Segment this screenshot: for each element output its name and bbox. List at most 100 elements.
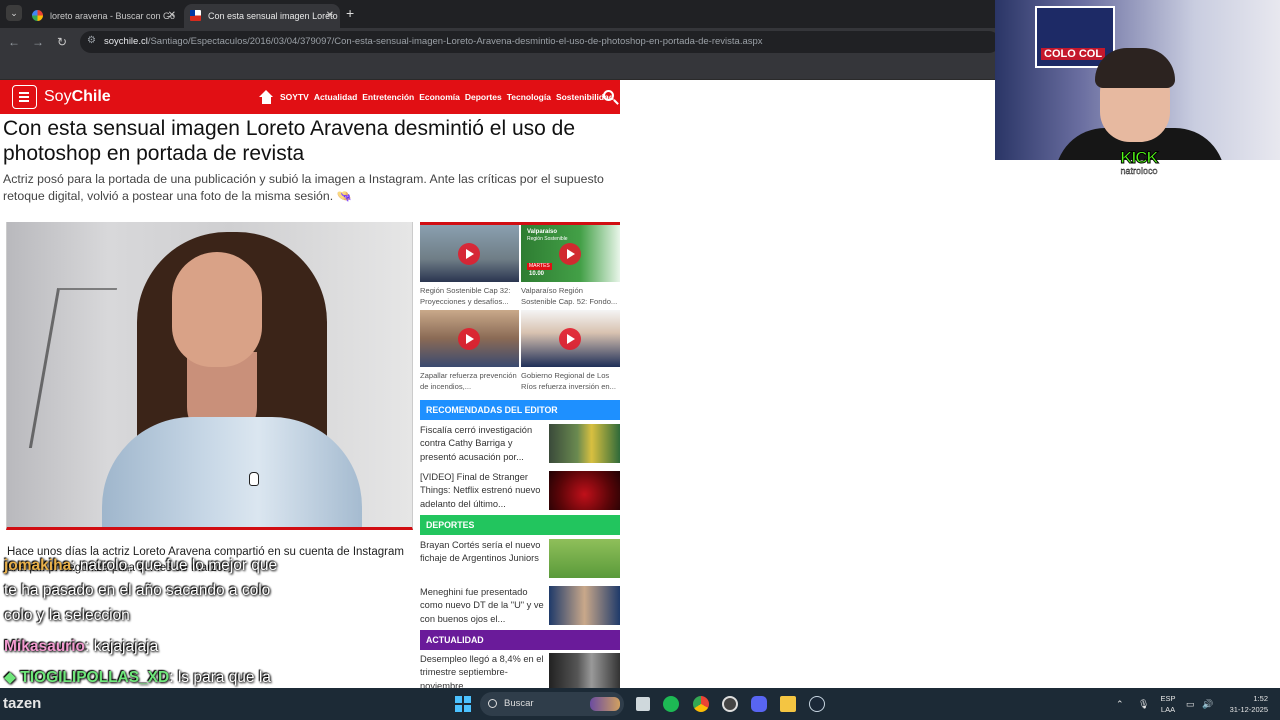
chile-flag-favicon-icon bbox=[190, 10, 201, 21]
video-caption[interactable]: Región Sostenible Cap 32: Proyecciones y… bbox=[420, 286, 519, 307]
system-clock[interactable]: 1:52 31-12-2025 bbox=[1222, 693, 1268, 715]
tab-search-menu-icon[interactable]: ⌄ bbox=[6, 5, 22, 21]
list-item-text[interactable]: [VIDEO] Final de Stranger Things: Netfli… bbox=[420, 471, 544, 515]
thumb-text: 10.00 bbox=[529, 271, 545, 277]
list-item[interactable]: Brayan Cortés sería el nuevo fichaje de … bbox=[420, 539, 620, 585]
list-item-thumb[interactable] bbox=[549, 539, 620, 578]
nav-link-tecnologia[interactable]: Tecnología bbox=[507, 80, 551, 114]
chat-user: Mikasaurio bbox=[4, 638, 85, 655]
list-item-text[interactable]: Desempleo llegó a 8,4% en el trimestre s… bbox=[420, 653, 544, 688]
tray-overflow-icon[interactable]: ⌃ bbox=[1116, 688, 1124, 720]
list-item-thumb[interactable] bbox=[549, 471, 620, 510]
list-item[interactable]: Fiscalía cerró investigación contra Cath… bbox=[420, 424, 620, 470]
play-icon bbox=[559, 243, 581, 265]
chat-line: ◆ TIOGILIPOLLAS_XD: ls para que la bbox=[4, 667, 271, 688]
task-view-icon[interactable] bbox=[636, 697, 650, 711]
play-icon bbox=[458, 328, 480, 350]
lang-bottom: LAA bbox=[1160, 705, 1176, 714]
hamburger-menu-icon[interactable] bbox=[12, 85, 37, 109]
list-item[interactable]: Desempleo llegó a 8,4% en el trimestre s… bbox=[420, 653, 620, 688]
language-indicator[interactable]: ESP LAA bbox=[1158, 693, 1178, 715]
video-caption[interactable]: Valparaíso Región Sostenible Cap. 52: Fo… bbox=[521, 286, 620, 307]
clothes-hanger bbox=[28, 288, 118, 448]
url-text: soychile.cl/Santiago/Espectaculos/2016/0… bbox=[104, 31, 763, 53]
video-thumb[interactable] bbox=[420, 310, 519, 367]
taskbar-search-label: Buscar bbox=[504, 698, 534, 709]
close-tab-icon[interactable]: ✕ bbox=[326, 4, 334, 28]
flag-text: COLO COL bbox=[1041, 48, 1106, 60]
thumb-text: Valparaíso bbox=[527, 229, 558, 235]
section-recomendadas[interactable]: RECOMENDADAS DEL EDITOR bbox=[420, 400, 620, 420]
photo-jacket bbox=[102, 417, 362, 527]
video-grid: Región Sostenible Cap 32: Proyecciones y… bbox=[420, 222, 620, 391]
windows-start-icon[interactable] bbox=[455, 696, 471, 712]
microphone-icon[interactable]: 🎙 bbox=[1138, 688, 1149, 720]
close-tab-icon[interactable]: ✕ bbox=[168, 4, 176, 28]
new-tab-button[interactable]: + bbox=[346, 5, 354, 21]
forward-button[interactable]: → bbox=[30, 34, 46, 50]
obs-icon[interactable] bbox=[722, 696, 738, 712]
nav-link-entretencion[interactable]: Entretención bbox=[362, 80, 414, 114]
site-nav: SOYTV Actualidad Entretención Economía D… bbox=[280, 80, 614, 114]
url-domain: soychile.cl bbox=[104, 36, 148, 47]
list-item-thumb[interactable] bbox=[549, 653, 620, 688]
section-deportes[interactable]: DEPORTES bbox=[420, 515, 620, 535]
nav-link-economia[interactable]: Economía bbox=[419, 80, 460, 114]
search-icon[interactable] bbox=[603, 90, 614, 101]
home-icon[interactable] bbox=[259, 90, 274, 104]
video-thumb[interactable] bbox=[521, 310, 620, 367]
list-item-thumb[interactable] bbox=[549, 586, 620, 625]
nav-link-actualidad[interactable]: Actualidad bbox=[314, 80, 357, 114]
chat-user: jomakiha bbox=[4, 557, 72, 574]
list-item[interactable]: [VIDEO] Final de Stranger Things: Netfli… bbox=[420, 471, 620, 517]
discord-icon[interactable] bbox=[751, 696, 767, 712]
taskbar-label: tazen bbox=[3, 695, 42, 712]
screen: ⌄ loreto aravena - Buscar con Go ✕ Con e… bbox=[0, 0, 1280, 720]
spotify-icon[interactable] bbox=[663, 696, 679, 712]
lang-top: ESP bbox=[1160, 694, 1176, 703]
address-bar[interactable]: ⚙ soychile.cl/Santiago/Espectaculos/2016… bbox=[80, 31, 1000, 53]
list-item-text[interactable]: Meneghini fue presentado como nuevo DT d… bbox=[420, 586, 544, 630]
play-icon bbox=[559, 328, 581, 350]
steam-icon[interactable] bbox=[809, 696, 825, 712]
chat-message: : natrolo, que fue lo mejor que bbox=[71, 557, 278, 574]
file-explorer-icon[interactable] bbox=[780, 696, 796, 712]
taskbar-search[interactable]: Buscar bbox=[480, 692, 624, 716]
video-thumb[interactable]: Valparaíso Región Sostenible MARTES 10.0… bbox=[521, 225, 620, 282]
video-caption[interactable]: Zapallar refuerza prevención de incendio… bbox=[420, 371, 519, 392]
list-item-thumb[interactable] bbox=[549, 424, 620, 463]
tab-title: loreto aravena - Buscar con Go bbox=[50, 11, 176, 21]
webcam-overlay: COLO COL bbox=[995, 0, 1280, 160]
section-actualidad[interactable]: ACTUALIDAD bbox=[420, 630, 620, 650]
article-title: Con esta sensual imagen Loreto Aravena d… bbox=[3, 117, 576, 165]
video-caption[interactable]: Gobierno Regional de Los Ríos refuerza i… bbox=[521, 371, 620, 392]
tab-google-search[interactable]: loreto aravena - Buscar con Go ✕ bbox=[26, 4, 182, 28]
chat-line: jomakiha: natrolo, que fue lo mejor que bbox=[4, 555, 277, 577]
web-page: SoyChile SOYTV Actualidad Entretención E… bbox=[0, 80, 1280, 688]
play-icon bbox=[458, 243, 480, 265]
volume-icon[interactable]: 🔊 bbox=[1202, 688, 1213, 720]
nav-link-deportes[interactable]: Deportes bbox=[465, 80, 502, 114]
thumb-text: MARTES bbox=[527, 263, 552, 270]
back-button[interactable]: ← bbox=[6, 34, 22, 50]
kick-logo-text: KICK bbox=[1120, 148, 1160, 167]
chat-line: te ha pasado en el año sacando a colo bbox=[4, 580, 270, 602]
nav-link-soytv[interactable]: SOYTV bbox=[280, 80, 309, 114]
site-info-icon[interactable]: ⚙ bbox=[87, 35, 96, 46]
article-subtitle: Actriz posó para la portada de una publi… bbox=[3, 172, 604, 203]
article-photo[interactable] bbox=[6, 222, 413, 530]
network-icon[interactable]: ▭ bbox=[1186, 688, 1195, 720]
chrome-icon[interactable] bbox=[693, 696, 709, 712]
video-thumb[interactable] bbox=[420, 225, 519, 282]
search-highlight-icon bbox=[590, 697, 620, 711]
reload-button[interactable]: ↻ bbox=[54, 34, 70, 50]
list-item-text[interactable]: Brayan Cortés sería el nuevo fichaje de … bbox=[420, 539, 544, 583]
thumb-text: Región Sostenible bbox=[527, 236, 568, 242]
tab-article[interactable]: Con esta sensual imagen Loreto ✕ bbox=[184, 4, 340, 28]
tab-title: Con esta sensual imagen Loreto bbox=[208, 11, 338, 21]
logo-chile: Chile bbox=[71, 88, 111, 105]
soychile-logo[interactable]: SoyChile bbox=[44, 80, 111, 114]
badge-icon: ◆ bbox=[4, 669, 21, 686]
list-item-text[interactable]: Fiscalía cerró investigación contra Cath… bbox=[420, 424, 544, 468]
list-item[interactable]: Meneghini fue presentado como nuevo DT d… bbox=[420, 586, 620, 632]
